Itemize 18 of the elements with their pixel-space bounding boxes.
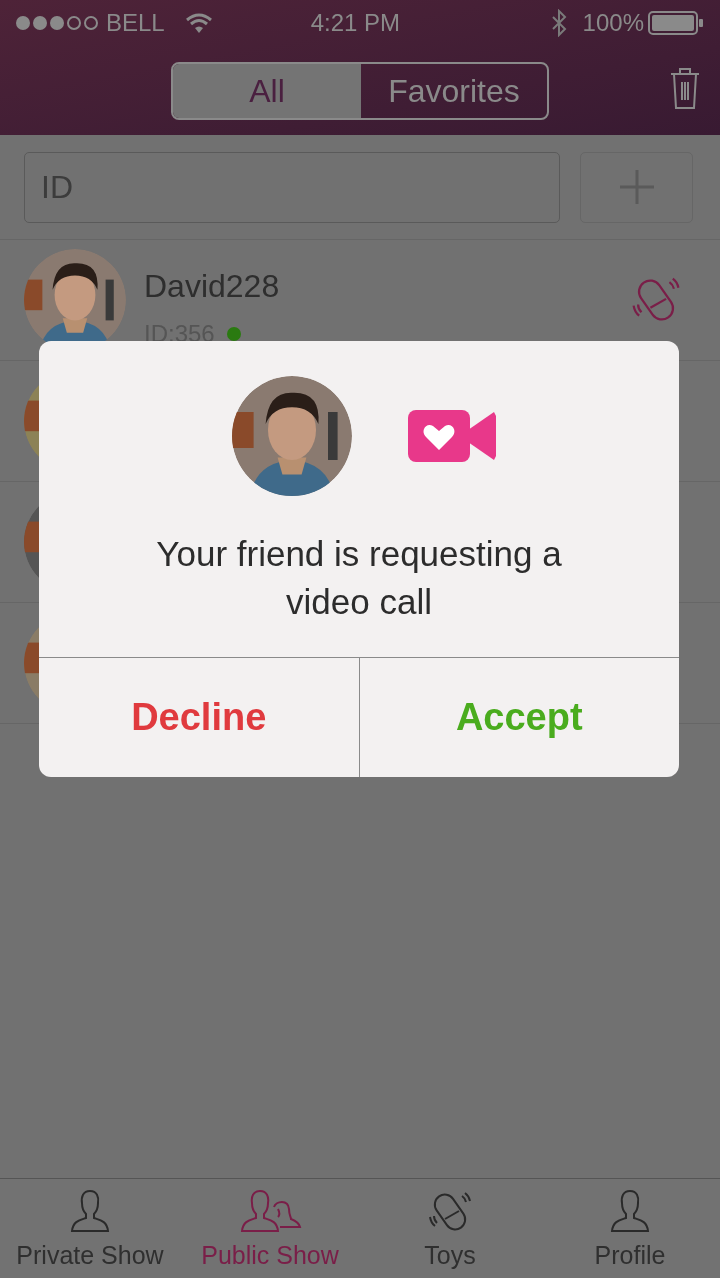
battery-icon bbox=[648, 11, 704, 35]
contact-name: David228 bbox=[144, 267, 280, 306]
dialog-message: Your friend is requesting a video call bbox=[155, 533, 563, 623]
trash-icon[interactable] bbox=[669, 66, 701, 110]
tab-bar-item[interactable]: Public Show bbox=[180, 1179, 360, 1278]
tab-bar-item[interactable]: Profile bbox=[540, 1179, 720, 1278]
video-heart-icon bbox=[408, 410, 496, 462]
accept-button[interactable]: Accept bbox=[358, 658, 679, 777]
decline-button[interactable]: Decline bbox=[39, 658, 359, 777]
clock: 4:21 PM bbox=[310, 8, 401, 38]
carrier-name: BELL bbox=[106, 8, 165, 38]
wifi-icon bbox=[184, 12, 213, 34]
tab-bar-item[interactable]: Toys bbox=[360, 1179, 540, 1278]
battery-percent: 100% bbox=[582, 8, 644, 38]
segment-tab[interactable]: Favorites bbox=[361, 63, 547, 118]
segment-tab[interactable]: All bbox=[173, 63, 361, 118]
bluetooth-icon bbox=[550, 9, 567, 37]
tab-bar-item[interactable]: Private Show bbox=[0, 1179, 180, 1278]
